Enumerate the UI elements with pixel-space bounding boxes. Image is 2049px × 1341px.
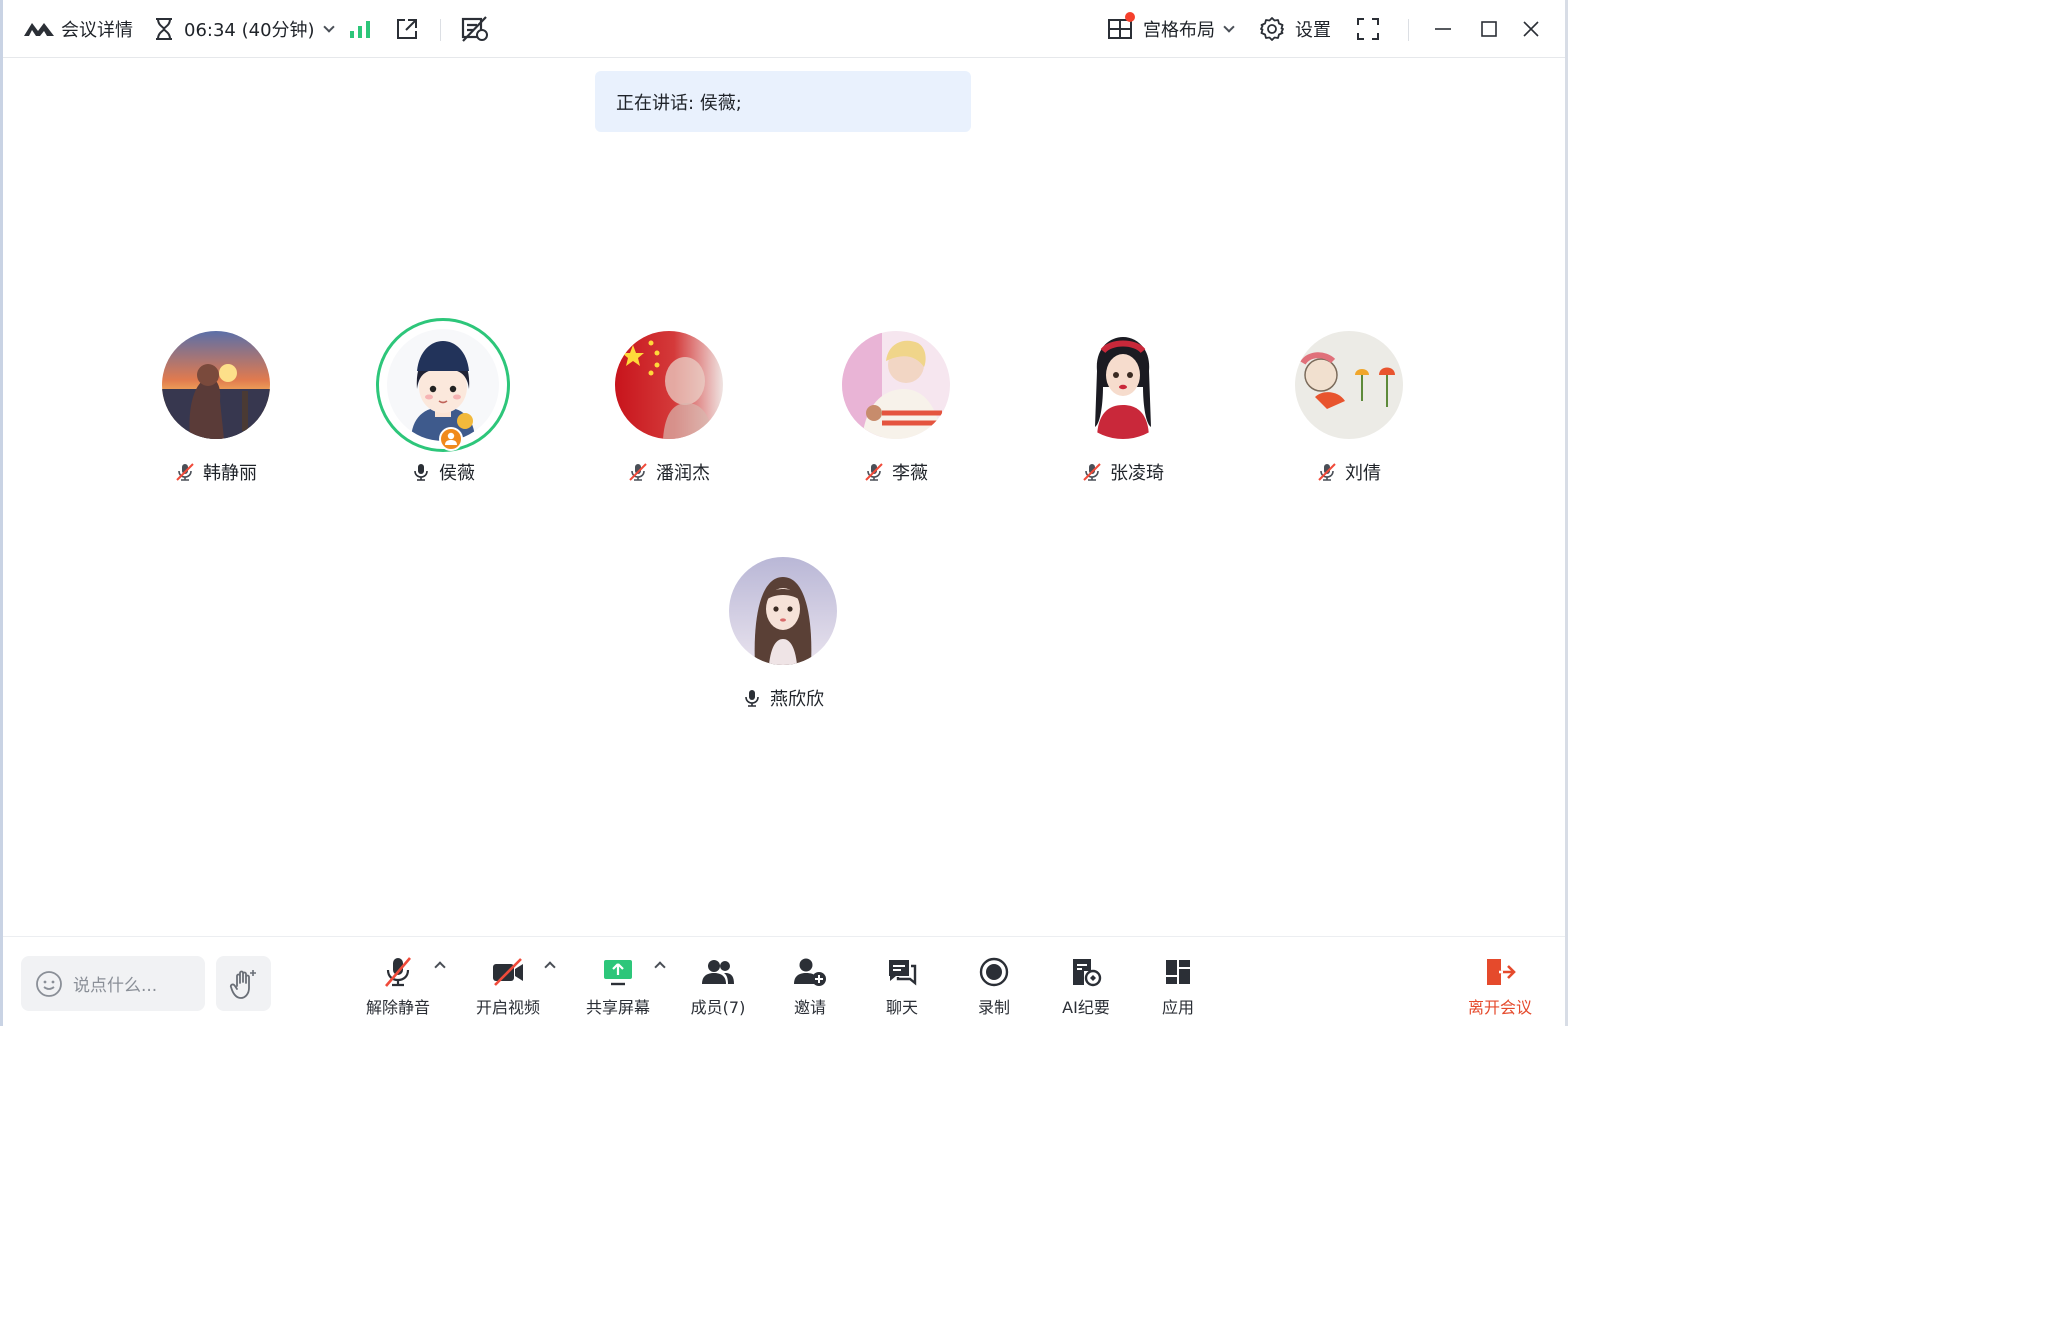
- mic-muted-icon: [629, 463, 647, 481]
- start-video-label: 开启视频: [475, 998, 540, 1017]
- close-icon[interactable]: [1521, 0, 1541, 58]
- avatar: [1295, 331, 1403, 439]
- apps-label: 应用: [1161, 998, 1194, 1017]
- avatar: [615, 331, 723, 439]
- members-icon: [702, 960, 734, 984]
- window-frame-right: [1565, 0, 1568, 1026]
- chat-button[interactable]: 聊天: [857, 955, 947, 1019]
- avatar: [376, 318, 510, 452]
- start-video-button[interactable]: 开启视频: [463, 955, 553, 1019]
- participant-name: 李薇: [892, 463, 928, 484]
- speaking-text: 正在讲话: 侯薇;: [616, 92, 742, 114]
- signal-icon[interactable]: [349, 0, 371, 58]
- meeting-timer[interactable]: 06:34 (40分钟): [154, 0, 335, 58]
- participant-name: 潘润杰: [656, 463, 710, 484]
- raise-hand-icon: [229, 969, 256, 999]
- participant-name-row: 韩静丽: [116, 459, 316, 485]
- notification-dot: [1125, 12, 1135, 22]
- window-frame-left: [0, 0, 3, 1026]
- external-link-icon[interactable]: [395, 0, 419, 58]
- gear-icon: [1259, 16, 1285, 42]
- grid-layout-button[interactable]: 宫格布局: [1107, 0, 1235, 58]
- unmute-button[interactable]: 解除静音: [353, 955, 443, 1019]
- participant-name-row: 侯薇: [343, 459, 543, 485]
- bottom-toolbar: 说点什么... 解除静音 开启视频 共享屏幕 成员(7) 邀请 聊天 录制 AI…: [3, 936, 1565, 1026]
- participant-name: 侯薇: [439, 463, 475, 484]
- timer-text: 06:34 (40分钟): [184, 20, 315, 41]
- mic-muted-icon: [385, 957, 411, 987]
- participant-name: 刘倩: [1345, 463, 1381, 484]
- participant-name-row: 潘润杰: [569, 459, 769, 485]
- unmute-label: 解除静音: [365, 998, 430, 1017]
- title-bar: 会议详情 06:34 (40分钟) 宫格布局 设置: [3, 0, 1565, 58]
- chat-placeholder: 说点什么...: [73, 976, 158, 996]
- emoji-icon: [36, 970, 62, 997]
- share-screen-label: 共享屏幕: [585, 998, 650, 1017]
- chevron-down-icon: [1223, 20, 1235, 33]
- apps-button[interactable]: 应用: [1133, 955, 1223, 1019]
- members-button[interactable]: 成员(7): [673, 955, 763, 1019]
- minimize-icon[interactable]: [1433, 0, 1453, 58]
- leave-label: 离开会议: [1467, 998, 1532, 1017]
- divider: [1408, 19, 1409, 41]
- meeting-details-label: 会议详情: [61, 20, 133, 41]
- avatar: [729, 557, 837, 665]
- settings-label: 设置: [1295, 20, 1331, 41]
- subtitle-off-icon[interactable]: [460, 0, 490, 58]
- participant-name-row: 刘倩: [1249, 459, 1449, 485]
- participant-name-row: 燕欣欣: [683, 685, 883, 711]
- speaking-indicator: 正在讲话: 侯薇;: [595, 71, 971, 132]
- share-screen-button[interactable]: 共享屏幕: [573, 955, 663, 1019]
- mic-icon: [745, 690, 759, 707]
- layout-label: 宫格布局: [1143, 20, 1215, 41]
- grid-layout-icon: [1107, 12, 1135, 40]
- record-button[interactable]: 录制: [949, 955, 1039, 1019]
- leave-meeting-button[interactable]: 离开会议: [1455, 955, 1545, 1019]
- host-icon: [439, 427, 463, 451]
- chat-label: 聊天: [885, 998, 918, 1017]
- mic-muted-icon: [1083, 463, 1101, 481]
- chat-icon: [889, 960, 917, 986]
- record-icon: [979, 957, 1009, 987]
- participant-name-row: 张凌琦: [1023, 459, 1223, 485]
- apps-icon: [1166, 960, 1190, 984]
- participant-name: 张凌琦: [1110, 463, 1164, 484]
- members-label: 成员(7): [690, 998, 746, 1017]
- chat-input[interactable]: 说点什么...: [21, 956, 205, 1011]
- invite-button[interactable]: 邀请: [765, 955, 855, 1019]
- participant-name-row: 李薇: [796, 459, 996, 485]
- avatar: [162, 331, 270, 439]
- mic-muted-icon: [1318, 463, 1336, 481]
- invite-label: 邀请: [793, 998, 826, 1017]
- record-label: 录制: [977, 998, 1010, 1017]
- hourglass-icon: [154, 17, 174, 41]
- divider: [440, 19, 441, 41]
- video-off-icon: [493, 958, 523, 986]
- ai-minutes-button[interactable]: AI纪要: [1041, 955, 1131, 1019]
- mic-icon: [414, 464, 428, 481]
- raise-hand-button[interactable]: [216, 956, 271, 1011]
- leave-icon: [1487, 959, 1516, 985]
- ai-minutes-label: AI纪要: [1062, 998, 1110, 1017]
- avatar: [1069, 331, 1177, 439]
- mic-muted-icon: [865, 463, 883, 481]
- fullscreen-icon[interactable]: [1356, 0, 1380, 58]
- participant-name: 韩静丽: [203, 463, 257, 484]
- settings-button[interactable]: 设置: [1259, 0, 1331, 58]
- share-screen-icon: [604, 960, 632, 986]
- meeting-details-button[interactable]: 会议详情: [23, 0, 133, 58]
- ai-minutes-icon: [1073, 959, 1102, 987]
- chevron-down-icon: [322, 20, 335, 33]
- logo-icon: [23, 20, 55, 38]
- participant-name: 燕欣欣: [770, 689, 824, 710]
- maximize-icon[interactable]: [1479, 0, 1499, 58]
- mic-muted-icon: [176, 463, 194, 481]
- avatar: [842, 331, 950, 439]
- invite-icon: [794, 958, 826, 986]
